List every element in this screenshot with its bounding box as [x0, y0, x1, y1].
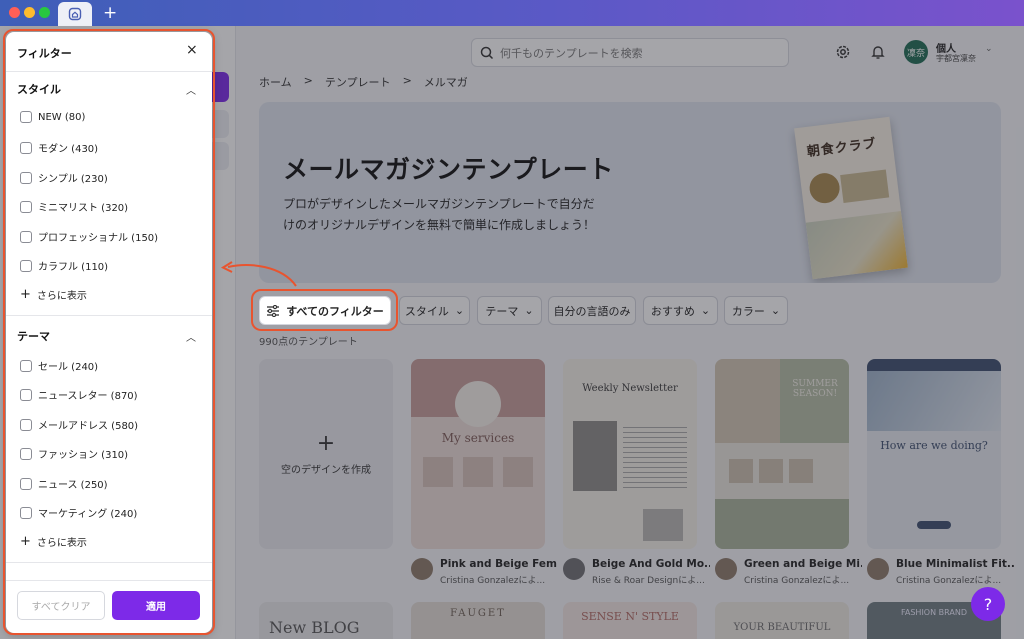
- window-titlebar: +: [0, 0, 1024, 26]
- checkbox[interactable]: [20, 111, 32, 123]
- checkbox[interactable]: [20, 477, 32, 490]
- filter-option-label: ファッション (310): [38, 450, 129, 461]
- checkbox[interactable]: [20, 200, 32, 213]
- filter-option[interactable]: セール (240): [20, 358, 98, 373]
- filter-option-label: ニュースレター (870): [38, 391, 138, 402]
- filter-panel: フィルター × スタイル ︿ NEW (80) モダン (430) シンプル (…: [6, 32, 212, 633]
- checkbox[interactable]: [20, 388, 32, 401]
- help-button[interactable]: ?: [971, 587, 1005, 621]
- filter-option[interactable]: ニュース (250): [20, 476, 108, 491]
- filter-option[interactable]: マーケティング (240): [20, 505, 137, 520]
- show-more-button[interactable]: + さらに表示: [20, 286, 87, 303]
- filter-option-label: モダン (430): [38, 144, 99, 155]
- filter-option-label: メールアドレス (580): [38, 421, 139, 432]
- minimize-window-button[interactable]: [24, 7, 35, 18]
- plus-icon: +: [20, 286, 31, 302]
- close-window-button[interactable]: [9, 7, 20, 18]
- checkbox[interactable]: [20, 418, 32, 431]
- home-tab[interactable]: [58, 2, 92, 26]
- section-title-theme[interactable]: テーマ: [17, 328, 50, 344]
- filter-option-label: セール (240): [38, 362, 99, 373]
- filter-option-label: プロフェッショナル (150): [38, 233, 159, 244]
- filter-option-label: ニュース (250): [38, 480, 108, 491]
- filter-option[interactable]: モダン (430): [20, 140, 98, 155]
- filter-option-label: ミニマリスト (320): [38, 203, 129, 214]
- filter-option-label: マーケティング (240): [38, 509, 138, 520]
- filter-option[interactable]: NEW (80): [20, 111, 85, 123]
- divider: [6, 315, 212, 316]
- checkbox[interactable]: [20, 447, 32, 460]
- show-more-label: さらに表示: [36, 538, 87, 549]
- plus-icon: +: [20, 533, 31, 549]
- chevron-up-icon[interactable]: ︿: [186, 82, 196, 97]
- arrow-annotation-icon: [220, 261, 297, 287]
- apply-button[interactable]: 適用: [112, 591, 200, 620]
- section-title-style[interactable]: スタイル: [17, 81, 61, 97]
- filter-option-label: NEW (80): [38, 111, 86, 123]
- divider: [6, 562, 212, 563]
- highlight-box: [251, 289, 398, 331]
- filter-option[interactable]: シンプル (230): [20, 170, 108, 185]
- show-more-label: さらに表示: [36, 291, 87, 302]
- chevron-up-icon[interactable]: ︿: [186, 329, 196, 344]
- filter-panel-title: フィルター: [17, 47, 72, 60]
- checkbox[interactable]: [20, 230, 32, 243]
- filter-panel-header: フィルター ×: [6, 32, 212, 72]
- show-more-button[interactable]: + さらに表示: [20, 533, 87, 550]
- filter-option[interactable]: ニュースレター (870): [20, 387, 138, 402]
- checkbox[interactable]: [20, 506, 32, 519]
- zoom-window-button[interactable]: [39, 7, 50, 18]
- home-icon: [68, 7, 82, 21]
- filter-option[interactable]: ミニマリスト (320): [20, 199, 128, 214]
- checkbox[interactable]: [20, 359, 32, 372]
- filter-panel-footer: すべてクリア 適用: [6, 580, 212, 629]
- filter-option-label: シンプル (230): [38, 174, 108, 185]
- new-tab-button[interactable]: +: [103, 3, 117, 23]
- filter-option-label: カラフル (110): [38, 262, 109, 273]
- checkbox[interactable]: [20, 141, 32, 154]
- filter-option[interactable]: メールアドレス (580): [20, 417, 138, 432]
- close-icon[interactable]: ×: [186, 42, 198, 58]
- filter-option[interactable]: プロフェッショナル (150): [20, 229, 158, 244]
- checkbox[interactable]: [20, 259, 32, 272]
- clear-all-button[interactable]: すべてクリア: [17, 591, 105, 620]
- filter-option[interactable]: カラフル (110): [20, 258, 108, 273]
- filter-option[interactable]: ファッション (310): [20, 446, 128, 461]
- checkbox[interactable]: [20, 171, 32, 184]
